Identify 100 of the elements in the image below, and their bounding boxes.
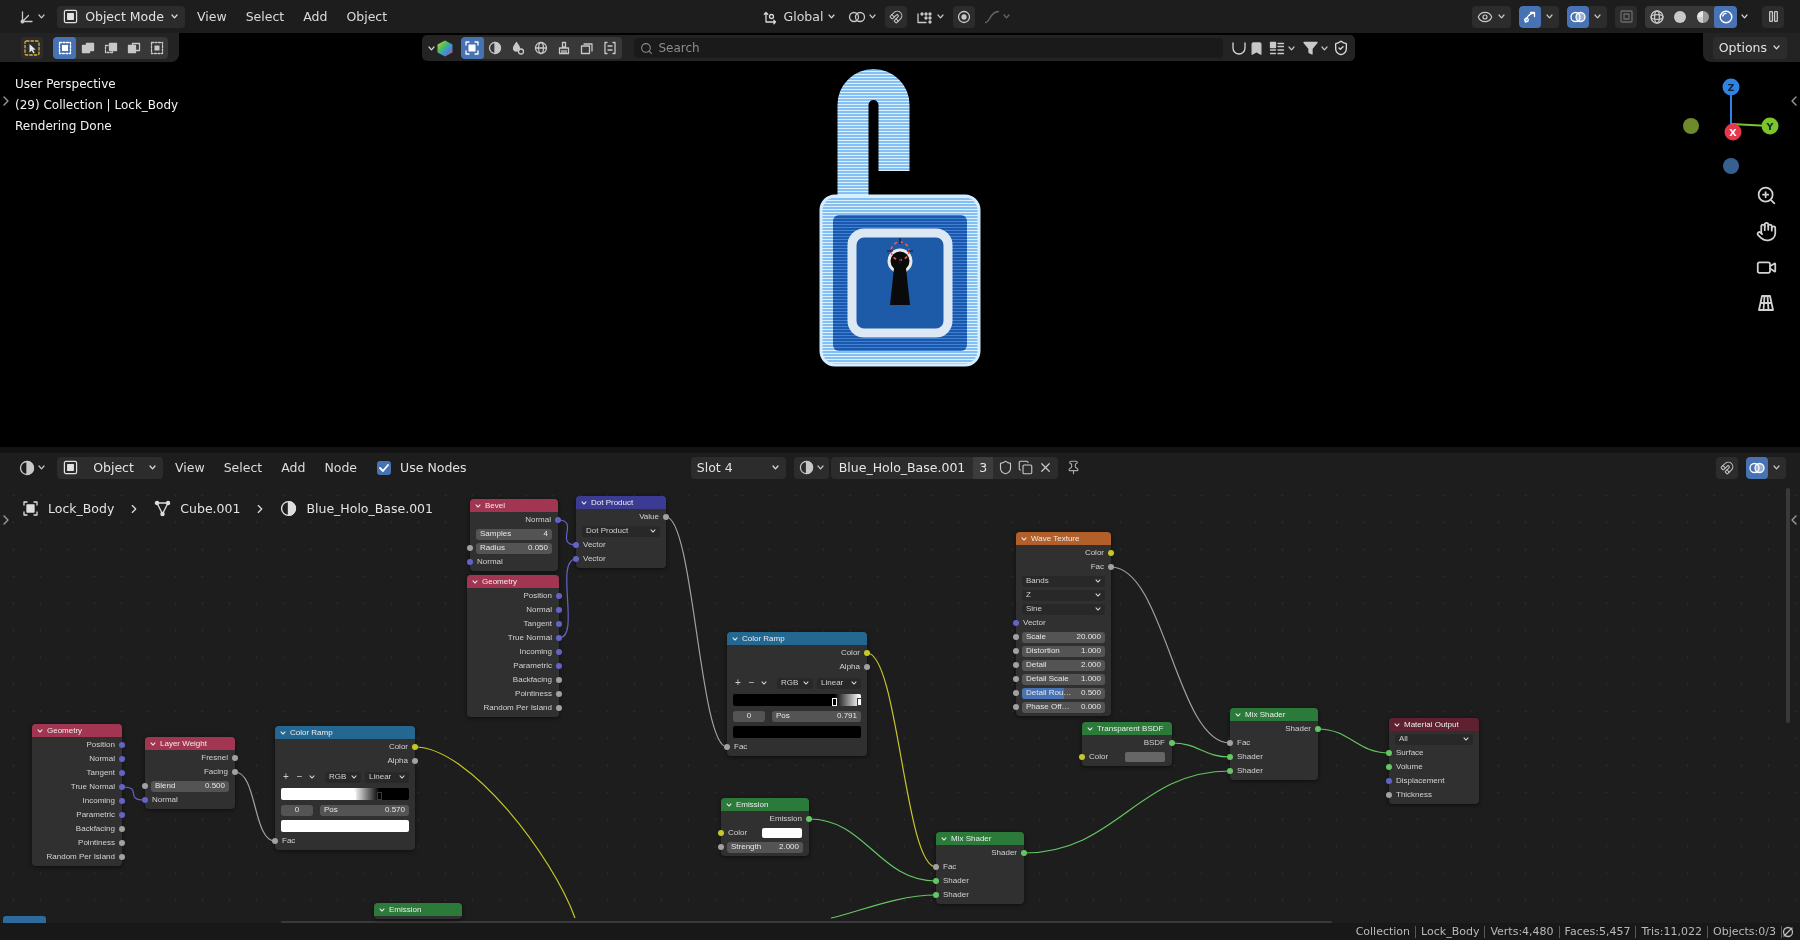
breadcrumb-item[interactable]: Lock_Body (48, 501, 115, 516)
node[interactable]: Geometry Position Normal Tangent True Normal Incoming Parametric Backfacing Pointiness Random Per Island (32, 724, 122, 866)
data-type-dropdown[interactable]: Object (57, 456, 163, 479)
color-swatch[interactable] (733, 726, 861, 738)
caret-icon[interactable] (1773, 465, 1780, 470)
node[interactable]: Material Output All Surface Volume Displacement Thickness (1389, 718, 1479, 804)
proportional-editing-button[interactable] (953, 5, 976, 28)
node[interactable]: Color Ramp Color Alpha + − RGB Linear 0 Pos 0.570 Fac (275, 726, 415, 850)
menu-item[interactable]: Node (317, 456, 365, 479)
number-field[interactable]: Detail Scale 1.000 (1022, 673, 1105, 685)
number-field[interactable]: Scale 20.000 (1022, 631, 1105, 643)
menu-item[interactable]: Add (296, 5, 335, 28)
node-header[interactable]: Mix Shader (936, 832, 1024, 845)
hand-icon[interactable] (1756, 221, 1777, 242)
socket-icon[interactable] (1021, 850, 1027, 856)
node-dropdown[interactable]: Linear (817, 677, 861, 689)
node-header[interactable]: Geometry (467, 575, 559, 588)
socket-icon[interactable] (142, 783, 148, 789)
node-dropdown[interactable]: All (1395, 733, 1473, 745)
checkbox-label[interactable]: Use Nodes (400, 460, 467, 475)
socket-icon[interactable] (1386, 750, 1392, 756)
caret-icon[interactable] (1287, 45, 1295, 51)
position-field[interactable]: Pos 0.570 (320, 804, 409, 816)
number-field[interactable]: Strength 2.000 (727, 841, 803, 853)
node-header[interactable]: Emission (721, 798, 809, 811)
socket-icon[interactable] (864, 664, 870, 670)
socket-icon[interactable] (467, 545, 473, 551)
toggle-button[interactable] (1746, 456, 1768, 479)
number-field[interactable]: Blend 0.500 (151, 780, 229, 792)
snap-button[interactable] (885, 5, 908, 28)
node-header[interactable]: Geometry (32, 724, 122, 737)
number-field[interactable]: Samples 4 (476, 528, 552, 540)
node-dropdown[interactable]: Bands (1022, 575, 1105, 587)
material-browse-button[interactable] (793, 456, 829, 479)
socket-icon[interactable] (1079, 754, 1085, 760)
node[interactable]: Color Ramp Color Alpha + − RGB Linear 0 Pos 0.791 Fac (727, 632, 867, 756)
node[interactable]: Dot Product Value Dot Product Vector Vector (576, 496, 666, 568)
axis-ball[interactable] (1761, 117, 1779, 135)
falloff-curve-icon[interactable] (984, 9, 1001, 24)
color-swatch[interactable] (762, 828, 802, 838)
stop-index-field[interactable]: 0 (281, 804, 313, 816)
socket-icon[interactable] (806, 816, 812, 822)
socket-icon[interactable] (724, 744, 730, 750)
socket-icon[interactable] (1386, 764, 1392, 770)
socket-icon[interactable] (1013, 634, 1019, 640)
socket-icon[interactable] (1013, 690, 1019, 696)
breadcrumb-item[interactable]: Cube.001 (180, 501, 241, 516)
axes-icon[interactable] (19, 8, 35, 25)
selection-mode-button[interactable] (53, 36, 76, 59)
caret-icon[interactable] (869, 14, 877, 19)
number-field[interactable]: Phase Off… 0.000 (1022, 701, 1105, 713)
add-stop-button[interactable]: + (733, 678, 743, 688)
breadcrumb-item[interactable]: Blue_Holo_Base.001 (306, 501, 434, 516)
mode-dropdown[interactable]: Object Mode (57, 5, 185, 28)
node-dropdown[interactable]: Sine (1022, 603, 1105, 615)
menu-item[interactable]: Object (339, 5, 395, 28)
socket-icon[interactable] (556, 691, 562, 697)
socket-icon[interactable] (933, 878, 939, 884)
caret-icon[interactable] (1594, 14, 1601, 19)
number-field[interactable]: Detail 2.000 (1022, 659, 1105, 671)
node[interactable]: Layer Weight Fresnel Facing Blend 0.500 Normal (145, 737, 235, 809)
socket-icon[interactable] (232, 769, 238, 775)
shield-icon[interactable] (998, 460, 1014, 475)
node-header[interactable]: Color Ramp (727, 632, 867, 645)
socket-icon[interactable] (933, 892, 939, 898)
node-header[interactable] (3, 916, 46, 923)
socket-icon[interactable] (119, 826, 125, 832)
socket-icon[interactable] (556, 705, 562, 711)
use-nodes-checkbox[interactable] (377, 460, 392, 475)
node-dropdown[interactable]: Dot Product (582, 525, 660, 537)
select-tool-button[interactable] (21, 36, 43, 59)
socket-icon[interactable] (718, 844, 724, 850)
grid-icon[interactable] (1756, 293, 1776, 313)
menu-item[interactable]: Add (274, 456, 313, 479)
socket-icon[interactable] (119, 854, 125, 860)
stop-index-field[interactable]: 0 (733, 710, 765, 722)
node[interactable]: Mix Shader Shader Fac Shader Shader (936, 832, 1024, 904)
node-dropdown[interactable]: Linear (365, 771, 409, 783)
color-swatch[interactable] (281, 820, 409, 832)
add-stop-button[interactable]: + (281, 772, 291, 782)
node-header[interactable]: Material Output (1389, 718, 1479, 731)
caret-icon[interactable] (1546, 14, 1553, 19)
node[interactable]: Bevel Normal Samples 4 Radius 0.050 Normal (470, 499, 558, 571)
socket-icon[interactable] (1227, 768, 1233, 774)
node-header[interactable]: Bevel (470, 499, 558, 512)
socket-icon[interactable] (1013, 704, 1019, 710)
node-header[interactable]: Color Ramp (275, 726, 415, 739)
remove-stop-button[interactable]: − (294, 772, 305, 782)
pin-icon[interactable] (1066, 460, 1082, 475)
node-header[interactable]: Dot Product (576, 496, 666, 509)
socket-icon[interactable] (412, 744, 418, 750)
axis-ball[interactable] (1724, 123, 1742, 141)
orientation-dropdown[interactable]: Global (758, 5, 840, 28)
node-header[interactable]: Transparent BSDF (1082, 722, 1172, 735)
caret-icon[interactable] (1320, 45, 1328, 51)
socket-icon[interactable] (1386, 792, 1392, 798)
material-name-field[interactable]: Blue_Holo_Base.001 (830, 456, 974, 479)
filter-icon[interactable] (1302, 41, 1318, 55)
socket-icon[interactable] (232, 755, 238, 761)
toggle-button[interactable] (1716, 456, 1738, 479)
